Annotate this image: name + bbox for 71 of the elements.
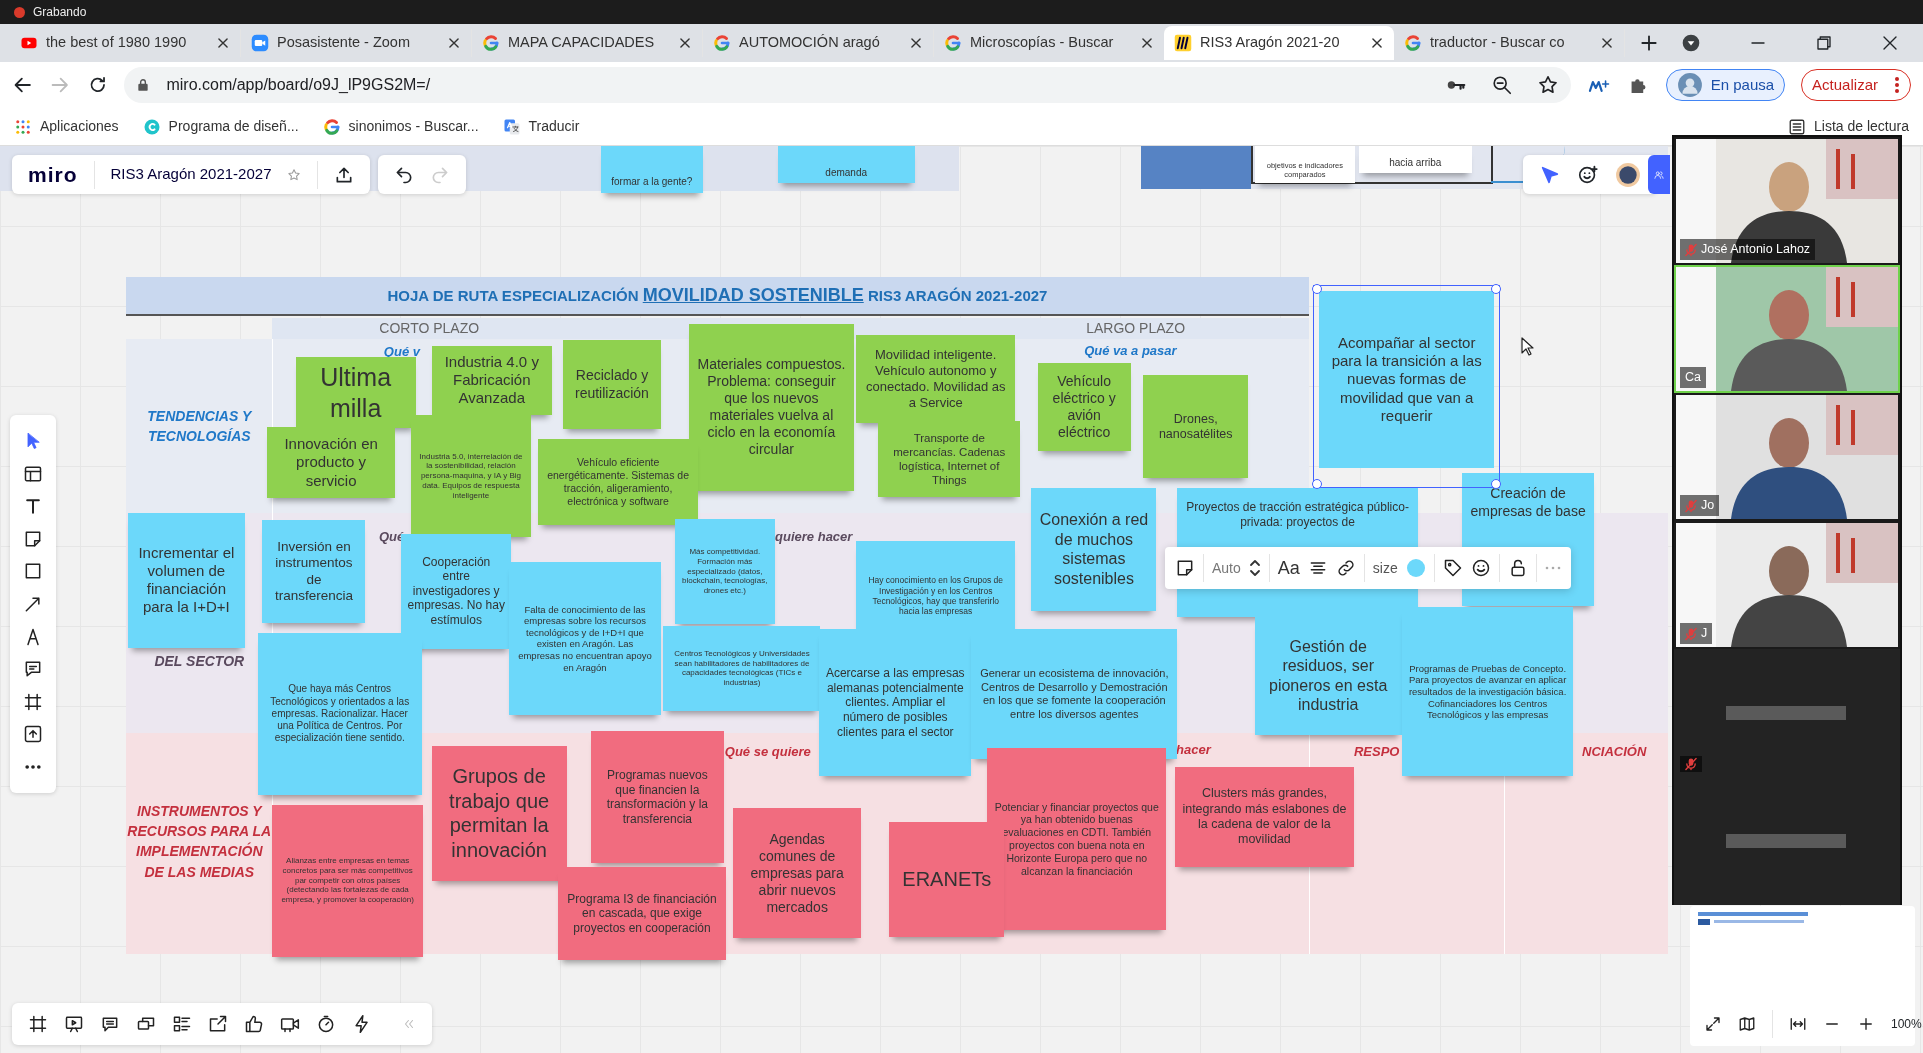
sticky-note: Centros Tecnológicos y Universidades sean habilitadores de habilitadores de capacidades tecnológicas (TICs e industrias) bbox=[663, 625, 821, 712]
sticky-note: Programas nuevos que financien la transformación y la transferencia bbox=[591, 731, 724, 864]
participant-name: José Antonio Lahoz bbox=[1701, 241, 1811, 259]
sticky-note: Incrementar el volumen de financiación para la I+D+I bbox=[127, 512, 246, 648]
sticky-note: Conexión a red de muchos sistemas sostenibles bbox=[1031, 488, 1157, 611]
column-header: CORTO PLAZO bbox=[378, 318, 481, 338]
update-button[interactable]: Actualizar bbox=[1801, 69, 1911, 101]
bookmark[interactable]: sinonimos - Buscar... bbox=[322, 116, 479, 137]
bookmark[interactable]: Aplicaciones bbox=[14, 116, 119, 137]
bookmark[interactable]: Traducir bbox=[502, 116, 580, 137]
browser-tab[interactable]: the best of 1980 1990 bbox=[10, 26, 240, 60]
subheading: Qué va a pasar bbox=[1084, 342, 1177, 360]
sticky-note: Agendas comunes de empresas para abrir nuevos mercados bbox=[733, 808, 861, 939]
sticky-note: Programas de Pruebas de Concepto. Para proyectos de avanzar en aplicar resultados de la investigación básica. Cofinanciadores los Centros Tecnológicos y las empresas bbox=[1401, 607, 1574, 777]
address-field[interactable]: miro.com/app/board/o9J_lP9GS2M=/ bbox=[124, 67, 1571, 103]
profile-button[interactable]: En pausa bbox=[1665, 69, 1786, 101]
board-name[interactable]: RIS3 Aragón 2021-2027 bbox=[110, 163, 272, 186]
sticky-note: Programa I3 de financiación en cascada, que exige proyectos en cooperación bbox=[558, 867, 726, 961]
sticky-note: Gestión de residuos, ser pioneros en esta industria bbox=[1254, 616, 1402, 735]
participant-name: Jo bbox=[1701, 497, 1715, 515]
sticky-note: formar a la gente? bbox=[600, 146, 703, 193]
sticky-note: Ultima milla bbox=[295, 356, 416, 429]
subheading: hacer bbox=[1176, 740, 1211, 759]
column-header: LARGO PLAZO bbox=[1085, 318, 1187, 338]
sticky-note: Industria 4.0 y Fabricación Avanzada bbox=[431, 345, 552, 415]
recording-label: Grabando bbox=[33, 4, 87, 21]
sticky-note: Reciclado y reutilización bbox=[562, 339, 661, 430]
sticky-note: Drones, nanosatélites bbox=[1143, 375, 1249, 479]
browser-tab[interactable]: Microscopías - Buscar bbox=[934, 26, 1164, 60]
sticky-note: hacia arriba bbox=[1358, 146, 1472, 173]
sticky-note: Innovación en producto y servicio bbox=[267, 426, 395, 498]
sticky-note: Industria 5.0, interrelación de la sostenibilidad, relación persona-maquina, y IA y Big data. Equipos de respuesta inteligente bbox=[410, 414, 531, 538]
font-size-dropdown[interactable]: Auto bbox=[1212, 557, 1241, 579]
row-label: TENDENCIAS Y TECNOLOGÍAS bbox=[146, 407, 253, 447]
sticky-note: Materiales compuestos. Problema: conseguir que los nuevos materiales vuelva al ciclo en la economía circular bbox=[689, 323, 854, 491]
subheading: NCIACIÓN bbox=[1582, 743, 1647, 761]
sticky-note: Cooperación entre investigadores y empresas. No hay estímulos bbox=[401, 533, 512, 649]
browser-tab[interactable]: RIS3 Aragón 2021-20 bbox=[1164, 26, 1394, 60]
sticky-note: Vehículo eficiente energéticamente. Sistemas de tracción, aligeramiento, electrónica y software bbox=[538, 439, 698, 525]
sticky-note: Que haya más Centros Tecnológicos y orientados a las empresas. Racionalizar. Hacer una Política de Centros. Por especialización tiene sentido. bbox=[257, 632, 422, 795]
participant-name: Ca bbox=[1685, 369, 1701, 387]
sticky-note: demanda bbox=[777, 146, 915, 183]
sticky-note: Acercarse a las empresas alemanas potencialmente clientes. Ampliar el número de posibles clientes para el sector bbox=[819, 629, 972, 777]
sticky-note: Grupos de trabajo que permitan la innovación bbox=[431, 745, 567, 881]
browser-tab[interactable]: traductor - Buscar co bbox=[1394, 26, 1624, 60]
sticky-note: Vehículo eléctrico y avión eléctrico bbox=[1037, 363, 1131, 452]
row-label: INSTRUMENTOS Y RECURSOS PARA LA IMPLEMENTACIÓN DE LAS MEDIAS bbox=[126, 801, 273, 882]
browser-tab[interactable]: Posasistente - Zoom bbox=[241, 26, 471, 60]
browser-tab[interactable]: AUTOMOCIÓN aragó bbox=[703, 26, 933, 60]
subheading: RESPO bbox=[1353, 743, 1400, 761]
participant-name: J bbox=[1701, 625, 1708, 643]
sticky-note: Alianzas entre empresas en temas concretos para ser más competitivos par competir con otros países (detectando las fortalezas de cada empresa, y promover la cooperación) bbox=[272, 804, 424, 957]
sticky-note: Falta de conocimiento de las empresas sobre los recursos tecnológicos y de I+D+I que existen en Aragón. Las empresas no encuentran apoyo en Aragón bbox=[508, 561, 661, 716]
sticky-note: Movilidad inteligente. Vehículo autonomo y conectado. Movilidad as a Service bbox=[856, 334, 1016, 424]
table-title: HOJA DE RUTA ESPECIALIZACIÓN MOVILIDAD SOSTENIBLE RIS3 ARAGÓN 2021-2027 bbox=[387, 284, 1048, 308]
sticky-note: Clusters más grandes, integrando más eslabones de la cadena de valor de la movilidad bbox=[1174, 766, 1354, 868]
sticky-note: Acompañar al sector para la transición a las nuevas formas de movilidad que van a requerir bbox=[1313, 284, 1500, 489]
sticky-note: Transporte de mercancías. Cadenas logística, Internet of Things bbox=[878, 420, 1021, 497]
sticky-note: Más competitividad. Formación más especializado (datos, blockchain, tecnologías, drones etc.) bbox=[674, 518, 776, 625]
text-style-button[interactable]: Aa bbox=[1277, 554, 1300, 582]
bookmark[interactable]: Programa de diseñ... bbox=[142, 116, 299, 137]
subheading: quiere hacer bbox=[775, 528, 853, 547]
sticky-note: Generar un ecosistema de innovación, Centros de Desarrollo y Demostración en los que se fomente la cooperación entre los diversos agentes bbox=[971, 629, 1178, 760]
subheading: Qué se quiere bbox=[724, 743, 811, 761]
sticky-note: Inversión en instrumentos de transferencia bbox=[262, 520, 366, 624]
row-label: DEL SECTOR bbox=[153, 652, 246, 672]
browser-tab[interactable]: MAPA CAPACIDADES bbox=[472, 26, 702, 60]
miro-logo: miro bbox=[28, 161, 78, 188]
reading-list-button[interactable]: Lista de lectura bbox=[1788, 116, 1909, 137]
size-label: size bbox=[1372, 558, 1398, 578]
zoom-level: 100% bbox=[1891, 1016, 1922, 1033]
